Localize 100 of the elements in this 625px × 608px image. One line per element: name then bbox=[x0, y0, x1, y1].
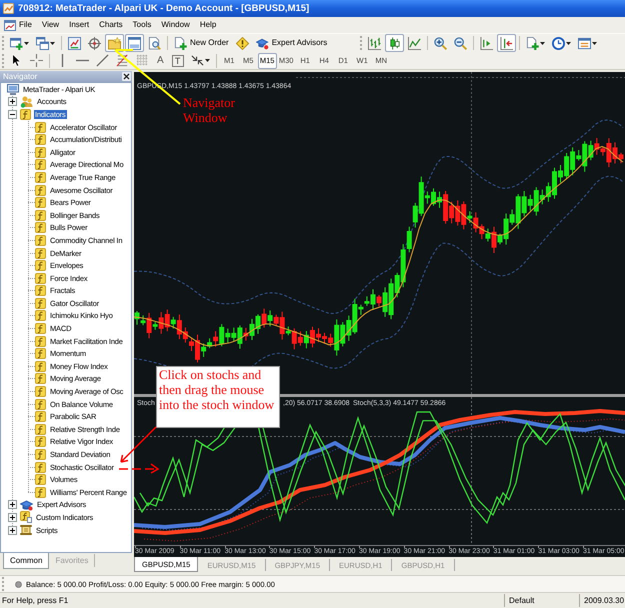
bullish-candle bbox=[304, 330, 309, 349]
bullish-candle bbox=[485, 228, 490, 242]
menu-item[interactable]: Insert bbox=[69, 20, 90, 30]
auto-scroll-icon bbox=[500, 36, 514, 50]
zoom-out-icon bbox=[454, 36, 468, 50]
template-icon bbox=[578, 36, 592, 50]
bullish-candle bbox=[268, 310, 273, 327]
function-icon bbox=[35, 146, 46, 158]
menu-item[interactable]: Charts bbox=[99, 20, 123, 30]
function-page-icon bbox=[20, 511, 32, 524]
status-date: 2009.03.30 bbox=[579, 594, 625, 607]
chart-window-icon bbox=[68, 36, 81, 50]
text-tool-button[interactable]: A bbox=[153, 52, 168, 70]
menu-item[interactable]: Tools bbox=[132, 20, 152, 30]
grip-handle[interactable] bbox=[360, 36, 364, 50]
panel-window-icon bbox=[128, 36, 141, 50]
cap-stop-icon bbox=[256, 36, 269, 50]
function-icon bbox=[35, 172, 46, 183]
function-icon bbox=[35, 285, 46, 296]
collapse-icon[interactable] bbox=[8, 110, 17, 119]
menu-item[interactable]: Window bbox=[161, 20, 190, 30]
function-icon bbox=[35, 474, 46, 486]
function-icon bbox=[35, 134, 46, 146]
function-icon bbox=[35, 386, 46, 398]
expand-icon[interactable] bbox=[8, 500, 17, 510]
toolbar-button[interactable] bbox=[385, 34, 404, 52]
window-plus-icon bbox=[10, 36, 23, 50]
function-icon bbox=[35, 436, 46, 448]
computer-icon bbox=[7, 84, 19, 95]
annotation-label: Navigator Window bbox=[183, 95, 236, 125]
function-icon bbox=[35, 348, 46, 360]
trend-line-icon bbox=[96, 54, 109, 67]
line-chart-icon bbox=[408, 36, 422, 50]
panel-title: Navigator bbox=[3, 72, 38, 81]
status-help-text: For Help, press F1 bbox=[1, 596, 70, 606]
chart-shift-icon bbox=[480, 36, 494, 50]
document-plus-icon bbox=[526, 36, 540, 50]
chart-window-icon[interactable] bbox=[4, 20, 16, 30]
arrows-icon bbox=[190, 54, 204, 67]
function-icon bbox=[35, 248, 46, 259]
text-label-tool-button[interactable]: T bbox=[172, 54, 184, 66]
menu-item[interactable]: View bbox=[42, 20, 60, 30]
expert-advisors-button[interactable]: Expert Advisors bbox=[252, 34, 330, 52]
document-magnifier-icon bbox=[148, 36, 161, 50]
zoom-in-icon bbox=[434, 36, 448, 50]
circle-icon bbox=[15, 580, 22, 588]
bullish-candle bbox=[152, 322, 158, 330]
expand-icon[interactable] bbox=[8, 97, 17, 106]
people-icon bbox=[20, 96, 33, 108]
function-icon bbox=[35, 298, 46, 309]
function-icon bbox=[35, 336, 46, 347]
bar-chart-icon bbox=[368, 36, 382, 50]
candlestick-icon bbox=[388, 36, 402, 50]
function-icon bbox=[35, 222, 46, 234]
bearish-candle bbox=[262, 308, 267, 328]
crosshair-icon bbox=[30, 54, 43, 67]
function-icon bbox=[35, 234, 46, 246]
cursor-icon bbox=[10, 54, 23, 67]
expand-icon[interactable] bbox=[8, 526, 17, 535]
panel-tab[interactable]: Common bbox=[3, 553, 50, 569]
function-icon bbox=[35, 486, 46, 498]
function-icon bbox=[35, 323, 46, 334]
function-icon bbox=[35, 122, 46, 133]
status-profile: Default bbox=[504, 594, 579, 607]
function-icon bbox=[35, 411, 46, 422]
close-button[interactable] bbox=[122, 72, 131, 81]
pointer-arrow bbox=[112, 46, 183, 106]
function-icon bbox=[35, 210, 46, 221]
bullish-candle bbox=[467, 210, 472, 224]
grip-handle[interactable] bbox=[2, 54, 5, 68]
menu-item[interactable]: File bbox=[19, 20, 32, 30]
cap-icon bbox=[20, 498, 33, 511]
bullish-candle bbox=[286, 326, 291, 336]
chart-icon bbox=[3, 3, 14, 14]
clock-icon bbox=[552, 36, 566, 50]
function-icon bbox=[35, 462, 46, 473]
document-plus-icon bbox=[174, 36, 187, 50]
window-title: 708912: MetaTrader - Alpari UK - Demo Account - [GBPUSD,M15] bbox=[18, 3, 310, 14]
target-icon bbox=[88, 36, 101, 50]
scroll-icon bbox=[20, 524, 32, 536]
bullish-candle bbox=[170, 316, 176, 329]
bearish-candle bbox=[213, 330, 218, 348]
diamond-exclamation-icon bbox=[236, 36, 249, 50]
function-icon bbox=[35, 310, 46, 322]
function-icon bbox=[35, 373, 46, 384]
fibonacci-icon bbox=[116, 54, 129, 67]
function-icon bbox=[35, 184, 46, 196]
menu-item[interactable]: Help bbox=[200, 20, 216, 30]
function-icon bbox=[35, 360, 46, 372]
drag-arrow bbox=[117, 463, 160, 474]
grip-handle[interactable] bbox=[2, 36, 5, 50]
folder-star-icon bbox=[108, 36, 121, 50]
new-order-button[interactable]: New Order bbox=[171, 34, 232, 52]
close-icon bbox=[123, 73, 130, 80]
annotation-note: Click on stochs and then drag the mouse into the stoch window bbox=[156, 366, 280, 428]
stacked-windows-icon bbox=[36, 36, 49, 50]
expand-icon[interactable] bbox=[8, 512, 17, 522]
bearish-candle bbox=[146, 312, 152, 339]
function-icon bbox=[35, 424, 46, 435]
function-icon bbox=[35, 159, 46, 170]
